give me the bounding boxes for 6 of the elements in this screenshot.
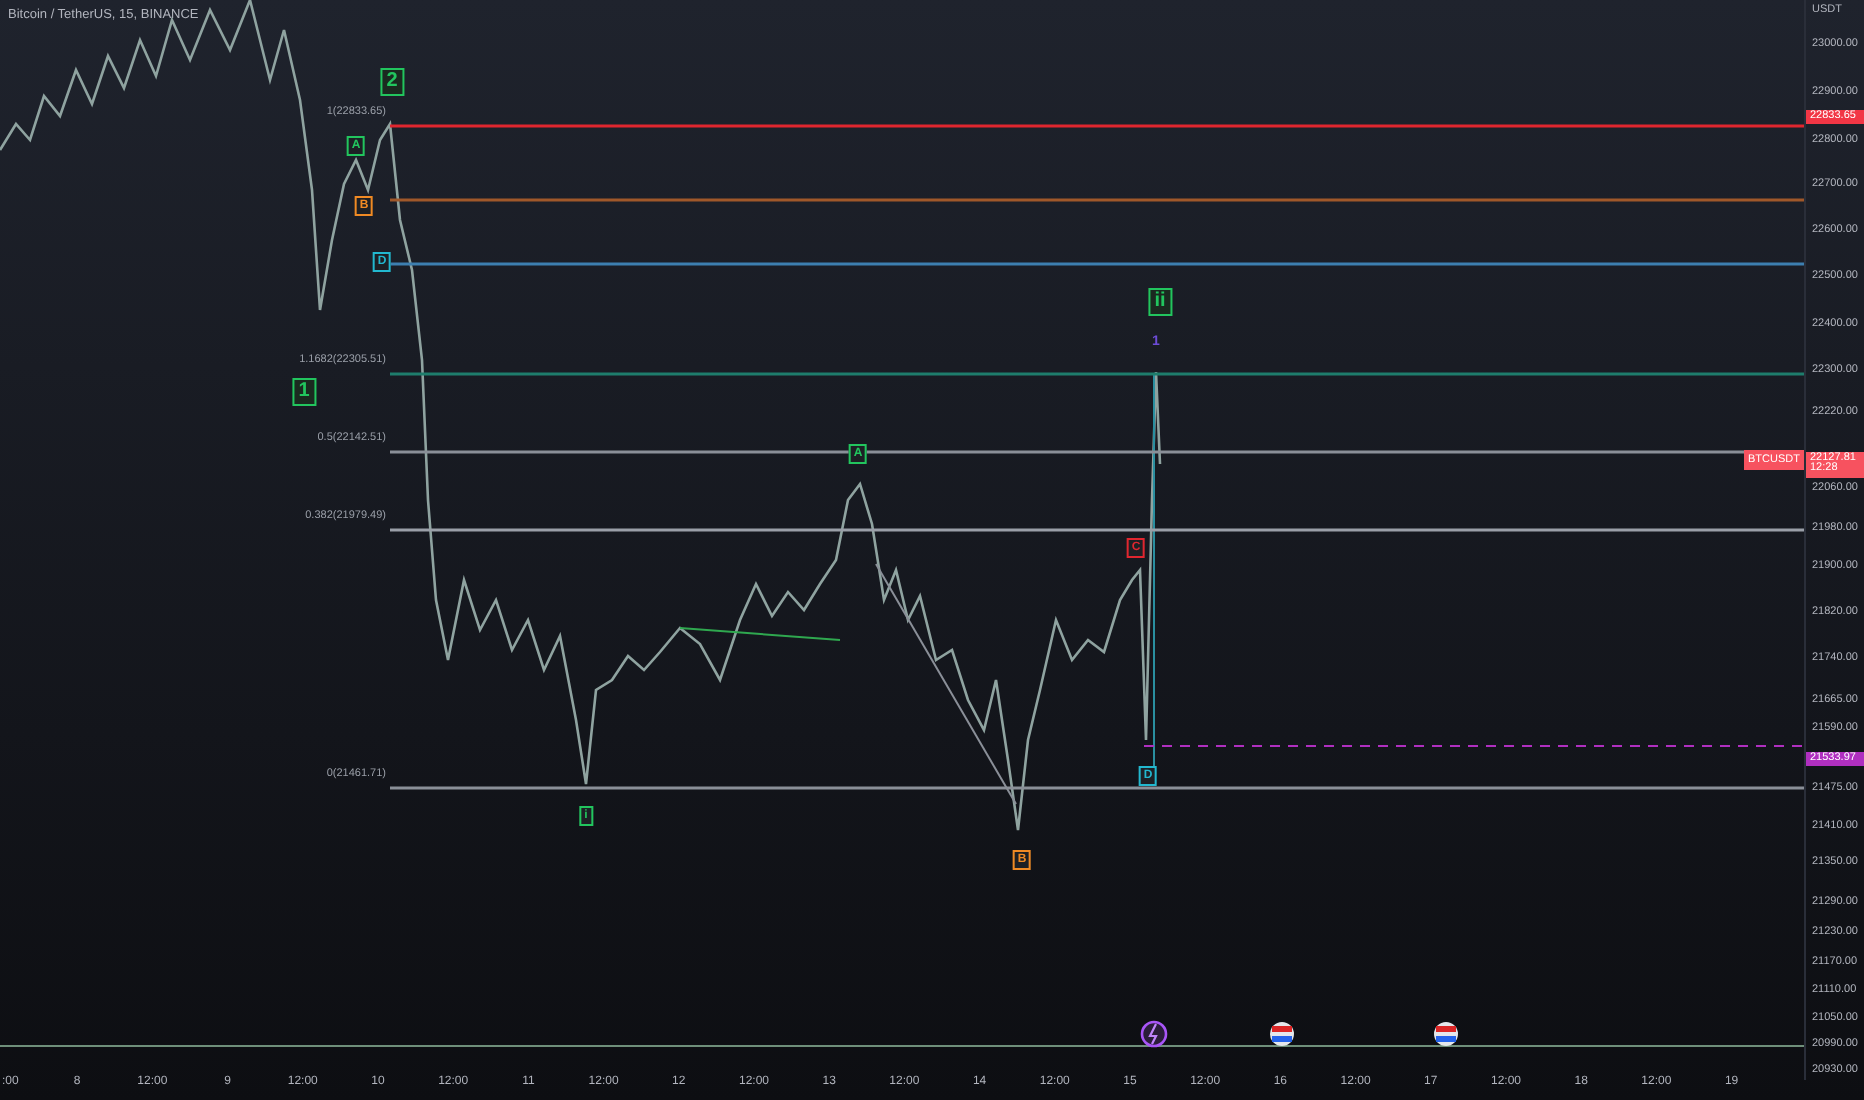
wave-label: 1 (292, 378, 316, 406)
wave-label: 2 (380, 68, 404, 96)
flag-icon (1270, 1022, 1294, 1046)
flag-icon (1434, 1022, 1458, 1046)
wave-label: ii (1148, 288, 1172, 316)
dividend-icon (1140, 1020, 1168, 1048)
